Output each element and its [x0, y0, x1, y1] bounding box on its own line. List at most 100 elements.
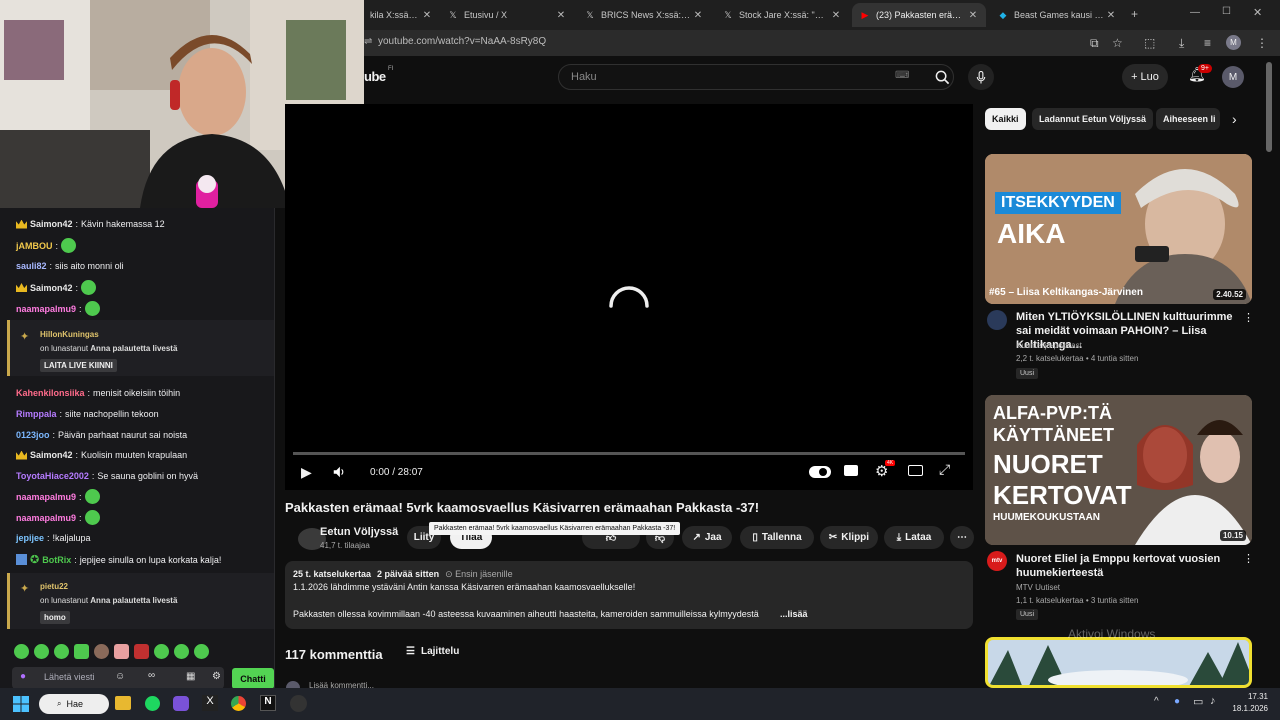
- tab-beast-games[interactable]: ◆Beast Games kausi 3 - Ed✕: [990, 3, 1124, 27]
- site-info-icon[interactable]: ⇌: [364, 36, 372, 47]
- settings-gear-icon[interactable]: ⚙: [212, 671, 221, 682]
- video-thumbnail[interactable]: [985, 637, 1252, 688]
- voice-search-button[interactable]: [968, 64, 994, 90]
- account-avatar[interactable]: M: [1222, 66, 1244, 88]
- video-thumbnail[interactable]: ITSEKKYYDEN AIKA #65 – Liisa Keltikangas…: [985, 154, 1252, 304]
- bookmark-star-icon[interactable]: ☆: [1112, 36, 1123, 50]
- extensions-icon[interactable]: ⬚: [1144, 36, 1155, 50]
- more-actions-button[interactable]: ⋯: [950, 526, 974, 549]
- window-close-icon[interactable]: ✕: [1253, 6, 1262, 19]
- chevron-right-icon[interactable]: ›: [1232, 111, 1237, 127]
- spotify-icon[interactable]: [145, 696, 160, 711]
- channel-avatar[interactable]: mtv: [987, 551, 1007, 571]
- video-player[interactable]: [285, 104, 973, 490]
- taskbar-date[interactable]: 18.1.2026: [1222, 704, 1268, 713]
- tab-stock-jare[interactable]: 𝕏Stock Jare X:ssä: "Aiotko✕: [715, 3, 849, 27]
- emote-icon[interactable]: [34, 644, 49, 659]
- emote-icon[interactable]: [14, 644, 29, 659]
- close-icon[interactable]: ✕: [829, 10, 843, 21]
- emoji-icon[interactable]: ☺: [115, 671, 125, 682]
- x-app-icon[interactable]: X: [202, 695, 218, 711]
- youtube-logo[interactable]: ube: [364, 69, 386, 84]
- windows-start-icon[interactable]: [13, 696, 29, 712]
- chip-related[interactable]: Aiheeseen li: [1156, 108, 1220, 130]
- search-box[interactable]: Haku ⌨: [558, 64, 954, 90]
- description-box[interactable]: 25 t. katselukertaa 2 päivää sitten ⊙ En…: [285, 561, 973, 629]
- video-thumbnail[interactable]: ALFA-PVP:TÄ KÄYTTÄNEET NUORET KERTOVAT H…: [985, 395, 1252, 545]
- close-icon[interactable]: ✕: [691, 10, 705, 21]
- new-tab-icon[interactable]: +: [1131, 7, 1138, 21]
- play-icon[interactable]: ▶: [301, 464, 312, 481]
- theater-mode-icon[interactable]: [908, 465, 923, 476]
- subtitles-icon[interactable]: [844, 465, 858, 476]
- chip-channel[interactable]: Ladannut Eetun Völjyssä: [1032, 108, 1154, 130]
- emote-icon[interactable]: [54, 644, 69, 659]
- emote-icon[interactable]: [174, 644, 189, 659]
- sidebar-video-channel[interactable]: MTV Uutiset: [1016, 583, 1060, 592]
- download-button[interactable]: ⤓ Lataa: [884, 526, 944, 549]
- save-button[interactable]: ▯ Tallenna: [740, 526, 814, 549]
- download-icon[interactable]: ⤓: [1179, 36, 1184, 51]
- install-app-icon[interactable]: ⧉: [1090, 36, 1099, 51]
- more-vertical-icon[interactable]: ⋮: [1243, 552, 1254, 565]
- autoplay-toggle[interactable]: [809, 466, 831, 478]
- close-icon[interactable]: ✕: [554, 10, 568, 21]
- channel-name[interactable]: Eetun Völjyssä: [320, 526, 398, 538]
- volume-icon[interactable]: ♪: [1210, 695, 1216, 707]
- taskbar-clock[interactable]: 17.31: [1236, 692, 1268, 701]
- search-input[interactable]: Haku: [571, 71, 597, 83]
- emote-icon[interactable]: [74, 644, 89, 659]
- progress-bar[interactable]: [293, 452, 965, 455]
- sort-comments-button[interactable]: ☰ Lajittelu: [406, 646, 459, 657]
- tab-x-home[interactable]: 𝕏 Etusivu / X ✕: [440, 3, 574, 27]
- chip-all[interactable]: Kaikki: [985, 108, 1026, 130]
- maximize-icon[interactable]: ☐: [1222, 6, 1231, 17]
- more-vertical-icon[interactable]: ⋮: [1243, 311, 1254, 324]
- chat-input[interactable]: ● Lähetä viesti ☺ ∞ ▦ ⚙: [12, 667, 224, 689]
- page-scrollbar[interactable]: [1266, 62, 1272, 152]
- minimize-icon[interactable]: —: [1190, 7, 1200, 18]
- chat-send-button[interactable]: Chatti: [232, 668, 274, 689]
- emote-icon[interactable]: [194, 644, 209, 659]
- tray-expand-icon[interactable]: ^: [1154, 696, 1159, 707]
- chrome-icon[interactable]: [231, 696, 246, 711]
- clip-button[interactable]: ✂ Klippi: [820, 526, 878, 549]
- tab-brics-news[interactable]: 𝕏BRICS News X:ssä: "JUST✕: [577, 3, 711, 27]
- close-icon[interactable]: ✕: [1104, 10, 1118, 21]
- notion-icon[interactable]: N: [260, 695, 276, 711]
- search-button[interactable]: [922, 64, 962, 90]
- keyboard-icon[interactable]: ⌨: [895, 70, 909, 81]
- volume-icon[interactable]: [332, 465, 346, 479]
- share-button[interactable]: ↗ Jaa: [682, 526, 732, 549]
- bits-icon[interactable]: ∞: [148, 670, 155, 681]
- gift-icon[interactable]: ▦: [186, 671, 195, 682]
- green-emote-icon: [81, 280, 97, 295]
- url-field[interactable]: youtube.com/watch?v=NaAA-8sRy8Q: [378, 36, 546, 47]
- microphone-icon[interactable]: ●: [20, 671, 26, 682]
- show-more-link[interactable]: ...lisää: [780, 609, 808, 619]
- emote-icon[interactable]: [134, 644, 149, 659]
- close-icon[interactable]: ✕: [966, 10, 980, 21]
- fullscreen-icon[interactable]: ⤢: [939, 461, 950, 478]
- profile-avatar[interactable]: M: [1226, 35, 1241, 50]
- x-icon: 𝕏: [586, 9, 594, 20]
- sort-icon: ☰: [406, 646, 415, 657]
- create-button[interactable]: + Luo: [1122, 64, 1168, 90]
- tray-mic-icon[interactable]: ●: [1174, 696, 1180, 707]
- emote-icon[interactable]: [94, 644, 109, 659]
- emote-icon[interactable]: [154, 644, 169, 659]
- tab-x-post-1[interactable]: kila X:ssä: "Tar✕: [364, 3, 440, 27]
- file-explorer-icon[interactable]: [115, 696, 131, 710]
- tab-youtube-active[interactable]: ▶(23) Pakkasten erämaa! 5✕: [852, 3, 986, 27]
- channel-avatar[interactable]: [987, 310, 1007, 330]
- browser-menu-icon[interactable]: ⋮: [1256, 36, 1268, 50]
- media-control-icon[interactable]: ≡: [1204, 36, 1211, 50]
- emote-icon[interactable]: [114, 644, 129, 659]
- sidebar-video-channel[interactable]: Kuuntelija-podcast: [1016, 341, 1082, 350]
- taskbar-search[interactable]: ⌕ Hae: [39, 694, 109, 714]
- network-icon[interactable]: ▭: [1193, 695, 1203, 708]
- discord-icon[interactable]: [173, 696, 189, 711]
- close-icon[interactable]: ✕: [420, 10, 434, 21]
- sidebar-video-title[interactable]: Nuoret Eliel ja Emppu kertovat vuosien h…: [1016, 552, 1236, 580]
- obs-icon[interactable]: [290, 695, 307, 712]
